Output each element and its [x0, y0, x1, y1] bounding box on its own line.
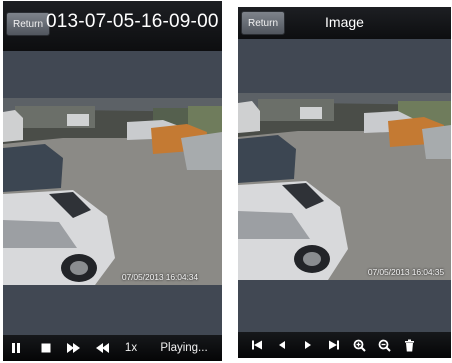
speed-button[interactable]: 1x — [120, 335, 142, 361]
zoom-in-button[interactable] — [350, 332, 368, 358]
image-timestamp: 07/05/2013 16:04:35 — [367, 267, 444, 277]
screen-title: Image — [325, 14, 364, 30]
zoom-out-icon — [378, 339, 391, 352]
previous-image-button[interactable] — [274, 332, 290, 358]
video-view: 07/05/2013 16:04:34 — [3, 98, 222, 285]
parking-lot-image — [238, 93, 451, 280]
previous-icon — [279, 341, 285, 349]
fast-forward-button[interactable] — [63, 335, 85, 361]
stop-icon — [41, 343, 51, 353]
zoom-in-icon — [353, 339, 366, 352]
zoom-out-button[interactable] — [375, 332, 393, 358]
skip-last-icon — [329, 340, 339, 350]
parking-lot-frame — [3, 98, 222, 285]
rewind-icon — [96, 343, 109, 353]
trash-icon — [404, 339, 414, 351]
fast-forward-icon — [67, 343, 80, 353]
image-view: 07/05/2013 16:04:35 — [238, 93, 451, 280]
return-button[interactable]: Return — [6, 12, 50, 36]
first-image-button[interactable] — [248, 332, 266, 358]
next-image-button[interactable] — [300, 332, 316, 358]
rewind-button[interactable] — [91, 335, 113, 361]
top-bar: Return 013-07-05-16-09-00 — [3, 1, 222, 51]
skip-first-icon — [252, 340, 262, 350]
playback-status: Playing... — [160, 342, 208, 354]
video-timestamp: 07/05/2013 16:04:34 — [121, 272, 198, 282]
stop-button[interactable] — [37, 335, 55, 361]
next-icon — [305, 341, 311, 349]
last-image-button[interactable] — [325, 332, 343, 358]
pause-button[interactable] — [7, 335, 25, 361]
top-bar: Return Image — [238, 7, 451, 39]
delete-image-button[interactable] — [400, 332, 418, 358]
playback-controls: 1x Playing... — [3, 335, 222, 361]
playback-screen: Return 013-07-05-16-09-00 07/05/2013 16:… — [3, 1, 222, 361]
pause-icon — [12, 343, 20, 353]
recording-title: 013-07-05-16-09-00 — [46, 11, 219, 32]
image-controls — [238, 332, 451, 358]
image-screen: Return Image 07/05/2013 16:04:35 — [238, 7, 451, 358]
